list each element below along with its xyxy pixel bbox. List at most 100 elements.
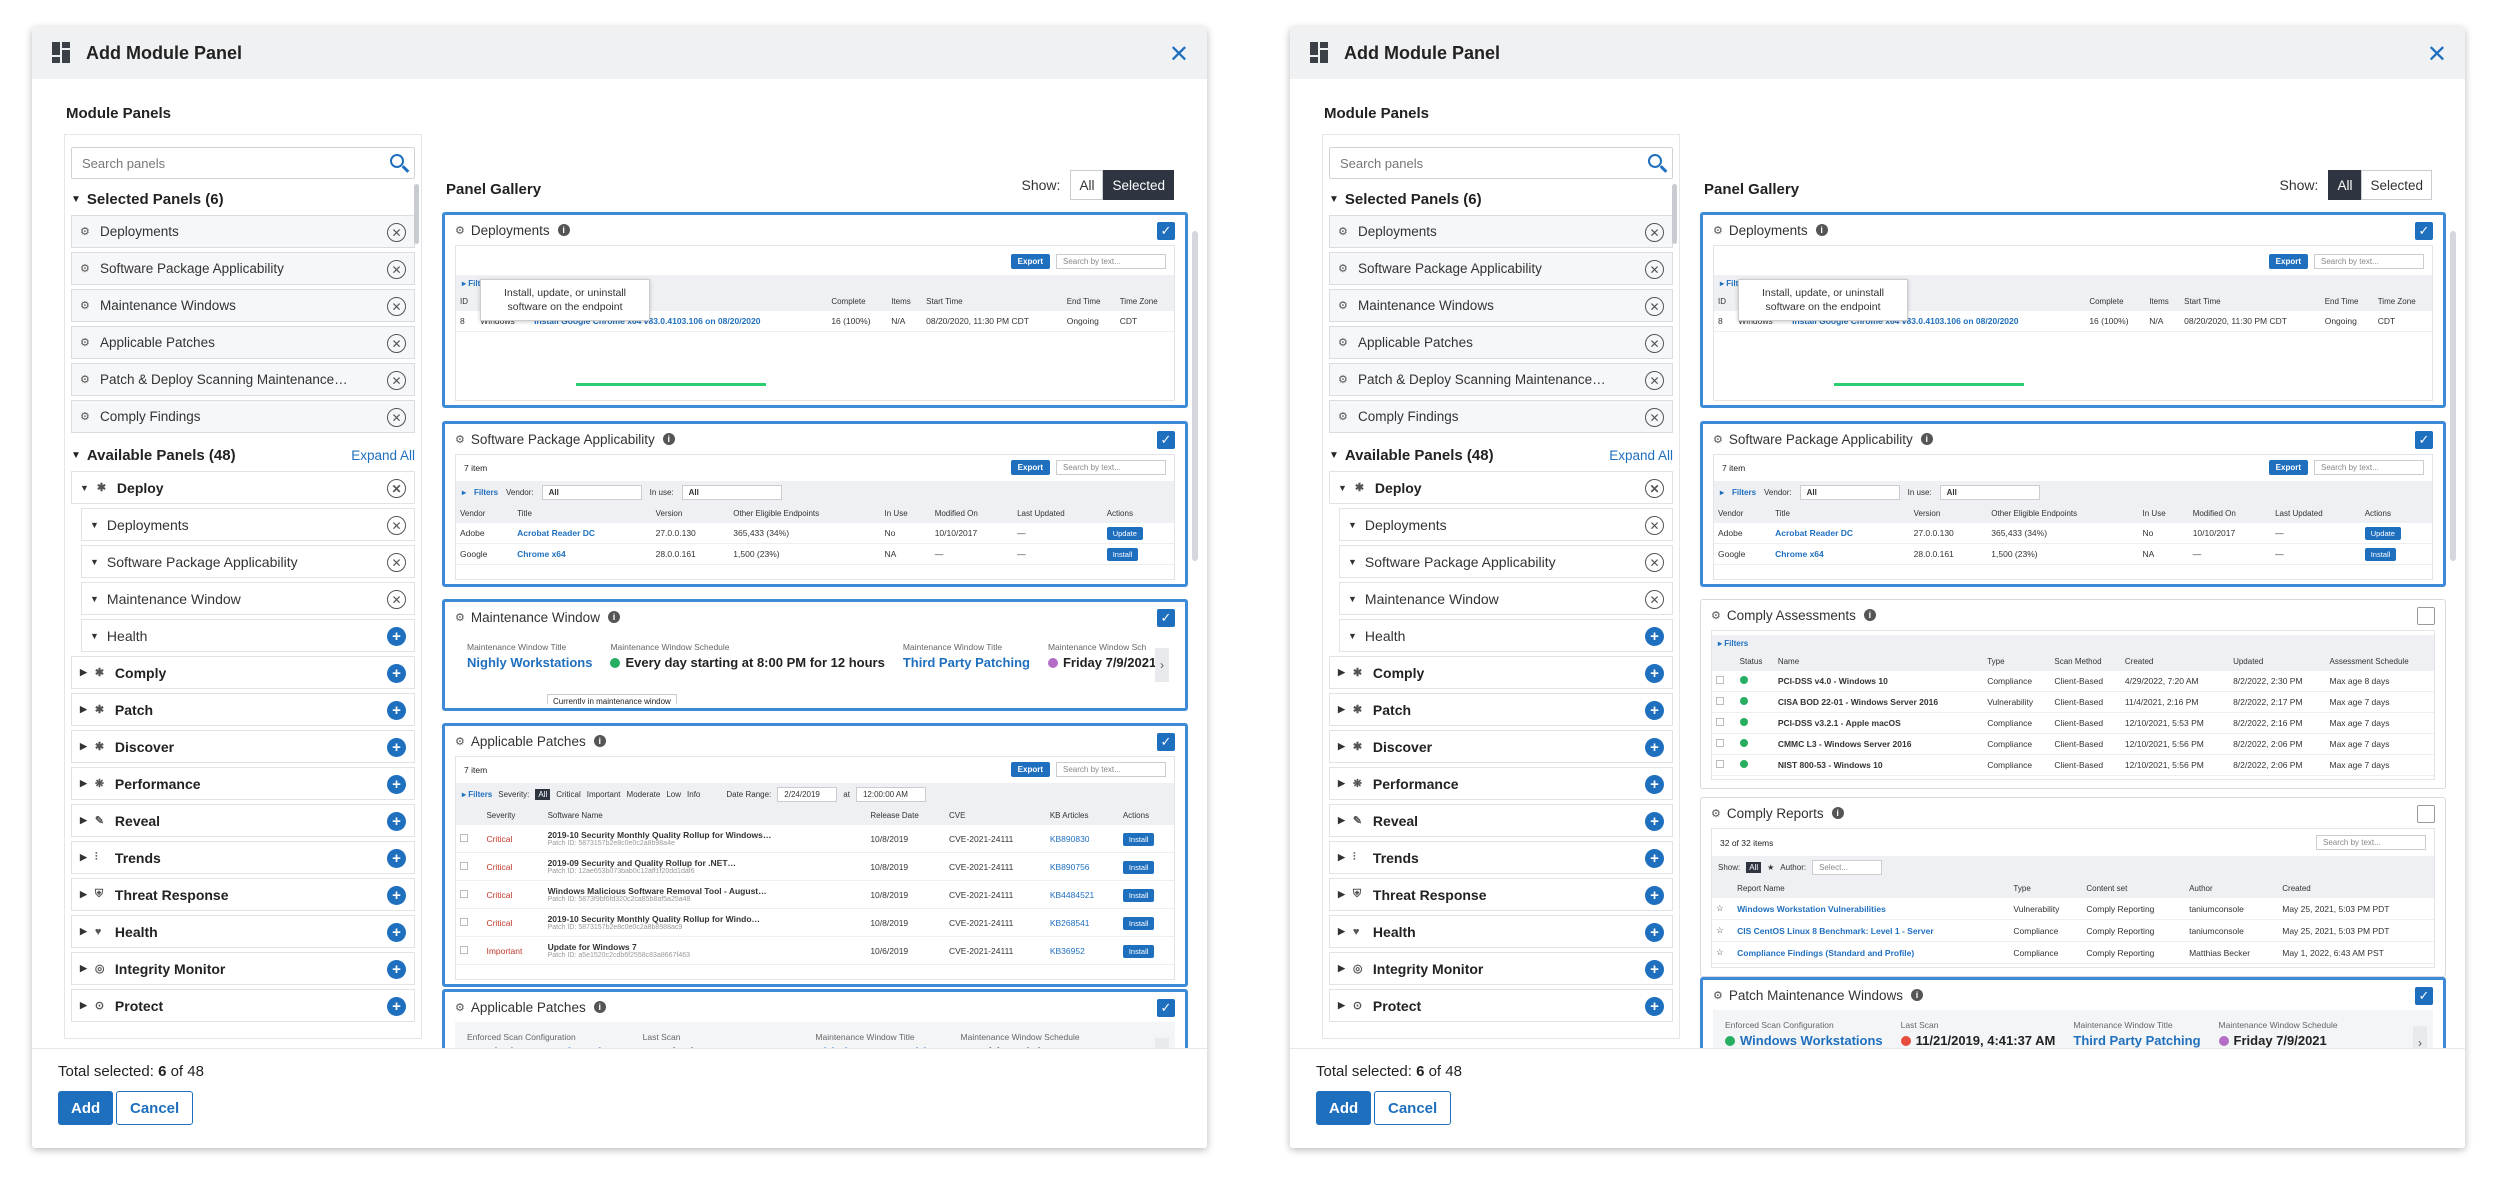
- remove-circle-icon[interactable]: ✕: [1645, 408, 1664, 427]
- module-group[interactable]: ▶ ♥ Health +: [1329, 915, 1673, 948]
- remove-circle-icon[interactable]: ✕: [387, 408, 406, 427]
- add-circle-icon[interactable]: +: [1645, 923, 1664, 942]
- panel-checkbox[interactable]: ✓: [1157, 733, 1175, 751]
- row-checkbox[interactable]: [460, 861, 468, 870]
- row-action-button[interactable]: Update: [2364, 527, 2401, 540]
- row-checkbox[interactable]: [460, 833, 468, 842]
- add-circle-icon[interactable]: +: [387, 775, 406, 794]
- install-button[interactable]: Install: [1122, 916, 1155, 930]
- date-input[interactable]: 2/24/2019: [777, 787, 838, 802]
- show-all-button[interactable]: All: [2328, 170, 2362, 200]
- info-icon[interactable]: i: [662, 433, 675, 445]
- add-circle-icon[interactable]: +: [1645, 960, 1664, 979]
- expand-all-link[interactable]: Expand All: [351, 448, 415, 463]
- severity-chip[interactable]: Critical: [556, 790, 580, 799]
- module-group[interactable]: ▶ ✱ Discover +: [71, 730, 415, 763]
- table-search[interactable]: Search by text...: [2316, 835, 2426, 850]
- selected-panel-item[interactable]: ⚙ Software Package Applicability ✕: [1329, 252, 1673, 285]
- add-circle-icon[interactable]: +: [387, 960, 406, 979]
- close-icon[interactable]: ✕: [2427, 40, 2447, 69]
- add-circle-icon[interactable]: +: [387, 738, 406, 757]
- table-search[interactable]: Search by text...: [1056, 460, 1166, 475]
- add-circle-icon[interactable]: +: [387, 886, 406, 905]
- mw-title-link[interactable]: Third Party Patching: [903, 655, 1030, 670]
- selected-panel-item[interactable]: ⚙ Applicable Patches ✕: [1329, 326, 1673, 359]
- info-icon[interactable]: i: [593, 1001, 606, 1013]
- info-icon[interactable]: i: [1831, 807, 1844, 819]
- mw-title-link[interactable]: Third Party Patching: [2073, 1033, 2200, 1048]
- add-circle-icon[interactable]: +: [387, 849, 406, 868]
- panel-checkbox[interactable]: ✓: [2415, 431, 2433, 449]
- selected-panel-item[interactable]: ⚙ Maintenance Windows ✕: [1329, 289, 1673, 322]
- add-circle-icon[interactable]: +: [1645, 701, 1664, 720]
- selected-panel-item[interactable]: ⚙ Applicable Patches ✕: [71, 326, 415, 359]
- panel-checkbox[interactable]: ✓: [1157, 431, 1175, 449]
- row-checkbox[interactable]: [1716, 739, 1724, 747]
- module-group[interactable]: ▶ ◎ Integrity Monitor +: [71, 952, 415, 985]
- module-group[interactable]: ▶ ✱ Patch +: [71, 693, 415, 726]
- remove-circle-icon[interactable]: ✕: [1645, 260, 1664, 279]
- add-circle-icon[interactable]: +: [1645, 886, 1664, 905]
- selected-panel-item[interactable]: ⚙ Maintenance Windows ✕: [71, 289, 415, 322]
- remove-circle-icon[interactable]: ✕: [387, 590, 406, 609]
- available-panels-header[interactable]: ▼ Available Panels (48) Expand All: [1323, 443, 1679, 467]
- module-group[interactable]: ▶ ⛨ Threat Response +: [71, 878, 415, 911]
- show-all-chip[interactable]: All: [1746, 862, 1762, 873]
- available-panel-item[interactable]: ▼ Deployments ✕: [1339, 508, 1673, 541]
- add-circle-icon[interactable]: +: [1645, 738, 1664, 757]
- panel-card-spa[interactable]: ⚙ Software Package Applicability i ✓ 7 ite…: [442, 421, 1188, 587]
- install-button[interactable]: Install: [1122, 888, 1155, 902]
- module-group[interactable]: ▶ ❋ Performance +: [71, 767, 415, 800]
- expand-all-link[interactable]: Expand All: [1609, 448, 1673, 463]
- selected-panel-item[interactable]: ⚙ Comply Findings ✕: [1329, 400, 1673, 433]
- install-button[interactable]: Install: [1122, 860, 1155, 874]
- add-circle-icon[interactable]: +: [387, 701, 406, 720]
- panel-checkbox[interactable]: [2417, 805, 2435, 823]
- gallery-scrollbar[interactable]: [1192, 231, 1198, 561]
- close-icon[interactable]: ✕: [1169, 40, 1189, 69]
- remove-circle-icon[interactable]: ✕: [387, 223, 406, 242]
- search-icon[interactable]: [390, 154, 404, 168]
- add-circle-icon[interactable]: +: [387, 997, 406, 1016]
- cancel-button[interactable]: Cancel: [1374, 1091, 1452, 1125]
- scrollbar[interactable]: [1672, 184, 1677, 244]
- row-checkbox[interactable]: [1716, 718, 1724, 726]
- module-group[interactable]: ▶ ♥ Health +: [71, 915, 415, 948]
- time-input[interactable]: 12:00:00 AM: [855, 787, 926, 802]
- selected-panel-item[interactable]: ⚙ Deployments ✕: [71, 215, 415, 248]
- row-checkbox[interactable]: [1716, 697, 1724, 705]
- severity-chip[interactable]: Info: [687, 790, 700, 799]
- severity-chip[interactable]: All: [535, 789, 551, 800]
- panel-card-mw[interactable]: ⚙ Maintenance Window i ✓ Maintenance Windo…: [442, 599, 1188, 711]
- vendor-select[interactable]: All: [541, 485, 642, 500]
- install-button[interactable]: Install: [1122, 944, 1155, 958]
- scrollbar[interactable]: [414, 184, 419, 244]
- module-group[interactable]: ▶ ✱ Comply +: [1329, 656, 1673, 689]
- panel-card-ca[interactable]: ⚙ Comply Assessments i ▸ Filters Status Nam…: [1700, 599, 2446, 789]
- module-group[interactable]: ▶ ⫶ Trends +: [1329, 841, 1673, 874]
- module-group[interactable]: ▶ ✱ Discover +: [1329, 730, 1673, 763]
- remove-circle-icon[interactable]: ✕: [1645, 590, 1664, 609]
- export-button[interactable]: Export: [1010, 254, 1050, 269]
- remove-circle-icon[interactable]: ✕: [387, 553, 406, 572]
- selected-panels-header[interactable]: ▼ Selected Panels (6): [1323, 187, 1679, 211]
- remove-circle-icon[interactable]: ✕: [1645, 516, 1664, 535]
- remove-circle-icon[interactable]: ✕: [387, 479, 406, 498]
- add-button[interactable]: Add: [1316, 1091, 1372, 1125]
- module-group[interactable]: ▶ ✱ Comply +: [71, 656, 415, 689]
- row-action-button[interactable]: Update: [1106, 527, 1143, 540]
- filters-toggle[interactable]: ▸ Filters: [1712, 635, 2434, 652]
- module-group-deploy[interactable]: ▼ ✱ Deploy ✕: [1329, 471, 1673, 504]
- module-group[interactable]: ▶ ◎ Integrity Monitor +: [1329, 952, 1673, 985]
- row-checkbox[interactable]: [460, 917, 468, 926]
- scan-config[interactable]: Windows Workstations: [1725, 1033, 1883, 1048]
- remove-circle-icon[interactable]: ✕: [1645, 371, 1664, 390]
- module-group[interactable]: ▶ ✱ Patch +: [1329, 693, 1673, 726]
- add-circle-icon[interactable]: +: [1645, 849, 1664, 868]
- search-input[interactable]: Search panels: [71, 147, 415, 179]
- cancel-button[interactable]: Cancel: [116, 1091, 194, 1125]
- install-button[interactable]: Install: [1122, 832, 1155, 846]
- info-icon[interactable]: i: [1920, 433, 1933, 445]
- panel-card-cr[interactable]: ⚙ Comply Reports i 32 of 32 items Search by…: [1700, 797, 2446, 977]
- module-group[interactable]: ▶ ❋ Performance +: [1329, 767, 1673, 800]
